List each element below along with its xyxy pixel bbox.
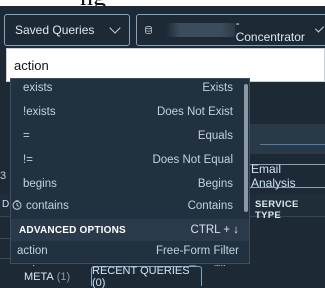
- redacted-service-name: [165, 23, 235, 37]
- toolbar: Saved Queries - Concentrator: [0, 6, 325, 46]
- query-builder-panel: Saved Queries - Concentrator 3 Email Ana…: [0, 6, 325, 288]
- operator-description: Begins: [197, 178, 233, 190]
- operator-option-contains[interactable]: contains Contains: [11, 195, 243, 217]
- background-panel-bar: [250, 124, 325, 154]
- view-select-label: Email Analysis: [251, 162, 296, 190]
- autocomplete-dropdown: exists Exists !exists Does Not Exist = E…: [10, 77, 250, 277]
- operator-description: Exists: [202, 82, 233, 94]
- chevron-down-icon: [109, 22, 121, 34]
- operator-option-exists[interactable]: exists Exists: [11, 77, 243, 99]
- advanced-option-term: action: [17, 245, 48, 257]
- operator-label: contains: [26, 200, 69, 212]
- tab-meta-count: (1): [56, 271, 71, 283]
- advanced-options-header: ADVANCED OPTIONS CTRL + ↓: [11, 219, 249, 241]
- advanced-option-free-form-filter[interactable]: action Free-Form Filter: [11, 241, 249, 261]
- dropdown-scrollbar[interactable]: [244, 84, 248, 212]
- tab-meta-label: META: [24, 271, 54, 283]
- advanced-option-type: Free-Form Filter: [155, 245, 239, 257]
- operator-description: Does Not Exist: [156, 106, 233, 118]
- chevron-down-icon: [314, 23, 325, 33]
- operator-label: !exists: [23, 106, 56, 118]
- operator-option-equals[interactable]: = Equals: [11, 125, 243, 147]
- saved-queries-label: Saved Queries: [15, 23, 95, 37]
- advanced-options-title: ADVANCED OPTIONS: [19, 224, 126, 236]
- operator-label: begins: [23, 178, 57, 190]
- operator-description: Contains: [187, 200, 233, 212]
- background-left-digit: 3: [0, 170, 7, 182]
- database-icon: [145, 26, 152, 34]
- operator-option-not-exists[interactable]: !exists Does Not Exist: [11, 101, 243, 123]
- view-select[interactable]: Email Analysis: [246, 162, 325, 190]
- bottom-tabs: META (1) RECENT QUERIES (0): [0, 264, 325, 288]
- operator-label-group: contains: [12, 200, 69, 212]
- operator-label: exists: [23, 82, 53, 94]
- operator-description: Does Not Equal: [152, 154, 233, 166]
- operator-label: =: [23, 130, 30, 142]
- advanced-options-shortcut: CTRL + ↓: [190, 224, 239, 236]
- column-header-service-type: SERVICE TYPE: [255, 199, 299, 221]
- operator-label: !=: [23, 154, 33, 166]
- tab-recent-queries-label: RECENT QUERIES (0): [92, 264, 190, 288]
- service-suffix: - Concentrator: [235, 16, 305, 44]
- saved-queries-button[interactable]: Saved Queries: [4, 14, 130, 46]
- clock-icon: [12, 200, 22, 210]
- operator-option-begins[interactable]: begins Begins: [11, 173, 243, 195]
- service-select[interactable]: - Concentrator: [136, 14, 325, 46]
- operator-description: Equals: [197, 130, 233, 142]
- tab-meta[interactable]: META (1): [24, 268, 70, 286]
- query-search-input[interactable]: [14, 57, 317, 73]
- tab-recent-queries[interactable]: RECENT QUERIES (0): [91, 264, 202, 288]
- header-fragment: D: [2, 199, 10, 210]
- operator-option-not-equals[interactable]: != Does Not Equal: [11, 149, 243, 171]
